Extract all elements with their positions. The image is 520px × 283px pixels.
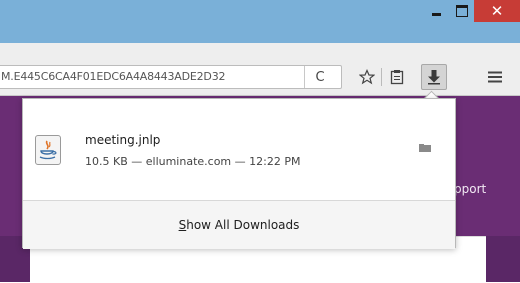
download-item[interactable]: meeting.jnlp 10.5 KB — elluminate.com — …: [23, 99, 455, 199]
maximize-button[interactable]: [450, 0, 474, 22]
minimize-icon: [431, 12, 441, 16]
java-file-icon: [35, 135, 61, 165]
url-bar[interactable]: M.E445C6CA4F01EDC6A4A8443ADE2D32 C: [0, 65, 342, 89]
star-icon: [359, 69, 375, 85]
bookmark-star-button[interactable]: [356, 66, 378, 88]
downloads-panel: meeting.jnlp 10.5 KB — elluminate.com — …: [22, 98, 456, 249]
toolbar-separator: [381, 68, 382, 86]
reload-icon: C: [315, 69, 325, 85]
url-text[interactable]: M.E445C6CA4F01EDC6A4A8443ADE2D32: [1, 70, 225, 83]
clipboard-icon: [390, 70, 404, 85]
minimize-button[interactable]: [424, 0, 448, 22]
menu-button[interactable]: [482, 66, 508, 88]
download-arrow-icon: [428, 70, 440, 85]
download-file-meta: 10.5 KB — elluminate.com — 12:22 PM: [85, 155, 301, 168]
reload-button[interactable]: C: [304, 66, 335, 88]
show-all-downloads-label: Show All Downloads: [178, 218, 300, 232]
open-folder-icon[interactable]: [419, 144, 431, 152]
bookmarks-menu-button[interactable]: [386, 66, 408, 88]
maximize-icon: [456, 5, 468, 17]
hamburger-icon: [488, 71, 502, 83]
window-titlebar: ✕: [0, 0, 520, 43]
close-icon: ✕: [490, 2, 504, 20]
downloads-button[interactable]: [421, 64, 447, 90]
show-all-downloads-button[interactable]: Show All Downloads: [23, 200, 455, 249]
close-button[interactable]: ✕: [474, 0, 520, 22]
download-file-name: meeting.jnlp: [85, 133, 161, 147]
support-link[interactable]: pport: [454, 182, 486, 196]
